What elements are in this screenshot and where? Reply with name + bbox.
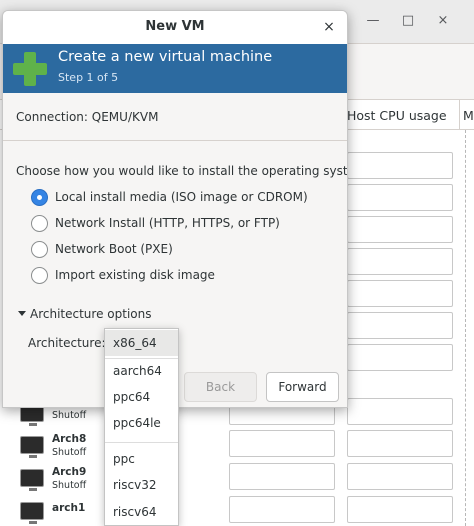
column-header-memory[interactable]: M [463, 108, 474, 123]
radio-indicator[interactable] [31, 267, 48, 284]
architecture-dropdown[interactable]: x86_64 aarch64 ppc64 ppc64le ppc riscv32… [104, 328, 179, 526]
monitor-icon [20, 502, 44, 524]
cpu-graph-cell [229, 496, 335, 523]
monitor-icon [20, 436, 44, 458]
connection-label: Connection: [16, 110, 88, 124]
dropdown-option-aarch64[interactable]: aarch64 [105, 358, 178, 384]
install-method-prompt: Choose how you would like to install the… [16, 164, 348, 178]
monitor-icon [20, 469, 44, 491]
vm-name: Arch9 [52, 466, 87, 478]
back-button[interactable]: Back [184, 372, 257, 402]
host-cpu-graph-cell [347, 344, 453, 371]
vm-state: Shutoff [52, 480, 87, 491]
dropdown-option-riscv32[interactable]: riscv32 [105, 472, 178, 498]
dropdown-option-riscv64[interactable]: riscv64 [105, 499, 178, 525]
vm-list-item[interactable]: arch1 [20, 496, 110, 526]
maximize-icon[interactable]: □ [397, 10, 419, 32]
radio-import-disk-image[interactable]: Import existing disk image [31, 266, 251, 286]
radio-indicator[interactable] [31, 189, 48, 206]
cpu-graph-cell [229, 463, 335, 490]
radio-network-boot[interactable]: Network Boot (PXE) [31, 240, 231, 260]
cpu-graph-cell [229, 430, 335, 457]
radio-network-install[interactable]: Network Install (HTTP, HTTPS, or FTP) [31, 214, 311, 234]
dropdown-option-ppc64[interactable]: ppc64 [105, 384, 178, 410]
dialog-titlebar: New VM × [3, 11, 347, 44]
connection-value: QEMU/KVM [91, 110, 159, 124]
vm-state: Shutoff [52, 447, 87, 458]
vm-name: arch1 [52, 502, 86, 514]
vm-name: Arch8 [52, 433, 87, 445]
divider [3, 140, 347, 141]
minimize-icon[interactable]: — [362, 10, 384, 32]
host-cpu-graph-cell [347, 496, 453, 523]
host-cpu-graph-cell [347, 430, 453, 457]
vm-state: Shutoff [52, 410, 87, 421]
dropdown-option-x86_64[interactable]: x86_64 [105, 330, 178, 356]
host-cpu-graph-cell [347, 248, 453, 275]
column-header-host-cpu-usage[interactable]: Host CPU usage [347, 108, 447, 123]
plus-icon [13, 52, 47, 86]
architecture-options-expander[interactable]: Architecture options [18, 307, 158, 327]
dropdown-option-ppc64le[interactable]: ppc64le [105, 410, 178, 436]
connection-line: Connection: QEMU/KVM [16, 110, 158, 124]
chevron-down-icon[interactable] [18, 311, 26, 316]
dropdown-separator [105, 442, 178, 443]
dropdown-option-ppc[interactable]: ppc [105, 446, 178, 472]
host-cpu-graph-cell [347, 312, 453, 339]
vm-list-item[interactable]: Arch8 Shutoff [20, 430, 110, 464]
radio-indicator[interactable] [31, 215, 48, 232]
radio-indicator[interactable] [31, 241, 48, 258]
architecture-label: Architecture: [28, 336, 106, 350]
wizard-banner: Create a new virtual machine Step 1 of 5 [3, 44, 347, 93]
host-cpu-graph-cell [347, 463, 453, 490]
pane-divider [465, 130, 466, 526]
column-separator [459, 100, 460, 130]
banner-title: Create a new virtual machine [58, 49, 273, 65]
radio-label[interactable]: Import existing disk image [55, 268, 215, 282]
step-indicator: Step 1 of 5 [58, 71, 119, 84]
host-cpu-graph-cell [347, 280, 453, 307]
radio-label[interactable]: Network Boot (PXE) [55, 242, 173, 256]
radio-label[interactable]: Network Install (HTTP, HTTPS, or FTP) [55, 216, 280, 230]
radio-label[interactable]: Local install media (ISO image or CDROM) [55, 190, 308, 204]
vm-list-item[interactable]: Arch9 Shutoff [20, 463, 110, 497]
close-icon[interactable]: × [319, 17, 339, 37]
forward-button[interactable]: Forward [266, 372, 339, 402]
expander-label[interactable]: Architecture options [30, 307, 151, 321]
close-icon[interactable]: × [432, 10, 454, 32]
host-cpu-graph-cell [347, 184, 453, 211]
host-cpu-graph-cell [347, 398, 453, 425]
host-cpu-graph-cell [347, 216, 453, 243]
dialog-title: New VM [145, 19, 205, 34]
radio-local-install-media[interactable]: Local install media (ISO image or CDROM) [31, 188, 331, 208]
host-cpu-graph-cell [347, 152, 453, 179]
